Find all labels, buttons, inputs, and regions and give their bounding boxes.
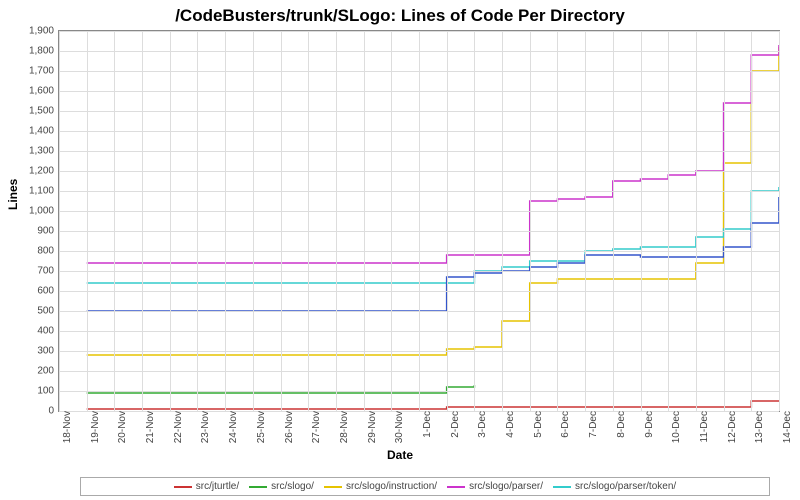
- x-tick: 1-Dec: [419, 411, 433, 438]
- y-tick: 1,300: [29, 146, 59, 157]
- series-line: [87, 197, 779, 311]
- legend-swatch: [553, 486, 571, 488]
- x-tick: 4-Dec: [502, 411, 516, 438]
- legend-swatch: [249, 486, 267, 488]
- x-tick: 7-Dec: [585, 411, 599, 438]
- legend-label: src/slogo/parser/token/: [575, 481, 676, 492]
- x-tick: 19-Nov: [87, 411, 101, 443]
- legend-item: src/slogo/instruction/: [324, 481, 437, 492]
- loc-chart: /CodeBusters/trunk/SLogo: Lines of Code …: [0, 0, 800, 500]
- x-tick: 14-Dec: [779, 411, 793, 443]
- x-tick: 2-Dec: [447, 411, 461, 438]
- x-axis-label: Date: [0, 448, 800, 462]
- legend-swatch: [324, 486, 342, 488]
- y-tick: 700: [37, 266, 59, 277]
- x-tick: 20-Nov: [114, 411, 128, 443]
- y-axis-label: Lines: [6, 179, 20, 210]
- legend-item: src/jturtle/: [174, 481, 239, 492]
- x-tick: 9-Dec: [641, 411, 655, 438]
- legend-label: src/slogo/instruction/: [346, 481, 437, 492]
- series-line: [87, 187, 779, 283]
- legend-item: src/slogo/: [249, 481, 314, 492]
- x-tick: 3-Dec: [474, 411, 488, 438]
- x-tick: 12-Dec: [724, 411, 738, 443]
- y-tick: 400: [37, 326, 59, 337]
- legend-item: src/slogo/parser/: [447, 481, 543, 492]
- x-tick: 18-Nov: [59, 411, 73, 443]
- y-tick: 1,400: [29, 126, 59, 137]
- x-tick: 13-Dec: [751, 411, 765, 443]
- y-tick: 1,500: [29, 106, 59, 117]
- y-tick: 1,800: [29, 46, 59, 57]
- y-tick: 800: [37, 246, 59, 257]
- series-line: [87, 47, 779, 355]
- x-tick: 24-Nov: [225, 411, 239, 443]
- x-tick: 25-Nov: [253, 411, 267, 443]
- x-tick: 23-Nov: [197, 411, 211, 443]
- x-tick: 29-Nov: [364, 411, 378, 443]
- y-tick: 900: [37, 226, 59, 237]
- x-tick: 30-Nov: [391, 411, 405, 443]
- x-tick: 26-Nov: [281, 411, 295, 443]
- chart-title: /CodeBusters/trunk/SLogo: Lines of Code …: [0, 6, 800, 26]
- legend-swatch: [174, 486, 192, 488]
- y-tick: 1,900: [29, 26, 59, 37]
- x-tick: 22-Nov: [170, 411, 184, 443]
- y-tick: 500: [37, 306, 59, 317]
- x-tick: 11-Dec: [696, 411, 710, 443]
- y-tick: 1,100: [29, 186, 59, 197]
- x-tick: 21-Nov: [142, 411, 156, 443]
- x-tick: 28-Nov: [336, 411, 350, 443]
- y-tick: 0: [48, 406, 59, 417]
- legend-label: src/slogo/: [271, 481, 314, 492]
- y-tick: 1,600: [29, 86, 59, 97]
- y-tick: 1,000: [29, 206, 59, 217]
- legend-label: src/slogo/parser/: [469, 481, 543, 492]
- y-tick: 300: [37, 346, 59, 357]
- x-tick: 6-Dec: [557, 411, 571, 438]
- legend: src/jturtle/src/slogo/src/slogo/instruct…: [80, 477, 770, 496]
- x-tick: 27-Nov: [308, 411, 322, 443]
- legend-swatch: [447, 486, 465, 488]
- x-tick: 10-Dec: [668, 411, 682, 443]
- y-tick: 1,700: [29, 66, 59, 77]
- y-tick: 100: [37, 386, 59, 397]
- legend-label: src/jturtle/: [196, 481, 239, 492]
- legend-item: src/slogo/parser/token/: [553, 481, 676, 492]
- x-tick: 5-Dec: [530, 411, 544, 438]
- y-tick: 200: [37, 366, 59, 377]
- plot-area: 01002003004005006007008009001,0001,1001,…: [58, 30, 780, 412]
- y-tick: 600: [37, 286, 59, 297]
- series-line: [87, 401, 779, 409]
- x-tick: 8-Dec: [613, 411, 627, 438]
- y-tick: 1,200: [29, 166, 59, 177]
